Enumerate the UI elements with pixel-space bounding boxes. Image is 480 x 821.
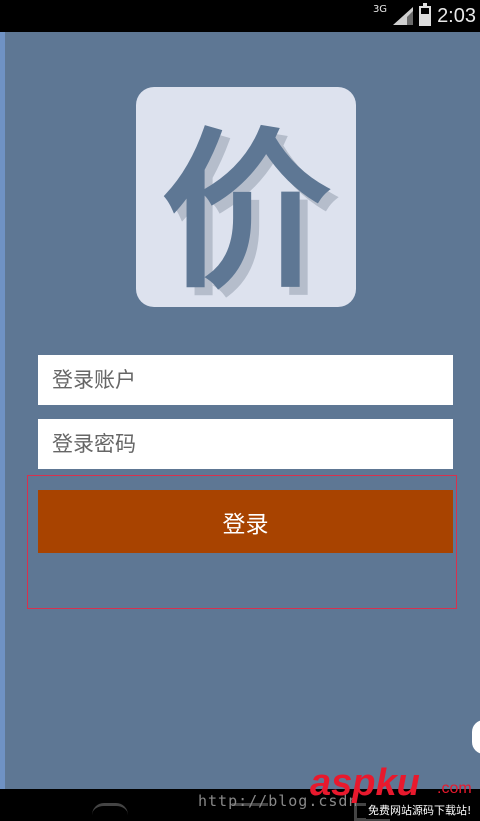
floating-handle[interactable]: [472, 720, 480, 754]
watermark-logo-suffix: .com: [437, 780, 472, 797]
battery-level: [421, 14, 430, 24]
signal-icon: [393, 7, 414, 25]
app-logo-character: 价: [160, 114, 331, 312]
status-bar: 3G 2:03: [0, 0, 480, 32]
status-icons: 3G 2:03: [373, 0, 476, 32]
network-type-label: 3G: [372, 4, 388, 15]
battery-icon: [419, 3, 432, 26]
clock: 2:03: [437, 4, 476, 27]
login-button[interactable]: 登录: [38, 490, 453, 553]
watermark-logo: aspku: [310, 762, 420, 804]
watermark-slogan: 免费网站源码下载站!: [366, 801, 474, 819]
account-input[interactable]: [38, 355, 453, 405]
password-input[interactable]: [38, 419, 453, 469]
back-icon[interactable]: [92, 803, 128, 821]
window-edge: [0, 32, 5, 789]
app-logo: 价: [136, 87, 356, 312]
